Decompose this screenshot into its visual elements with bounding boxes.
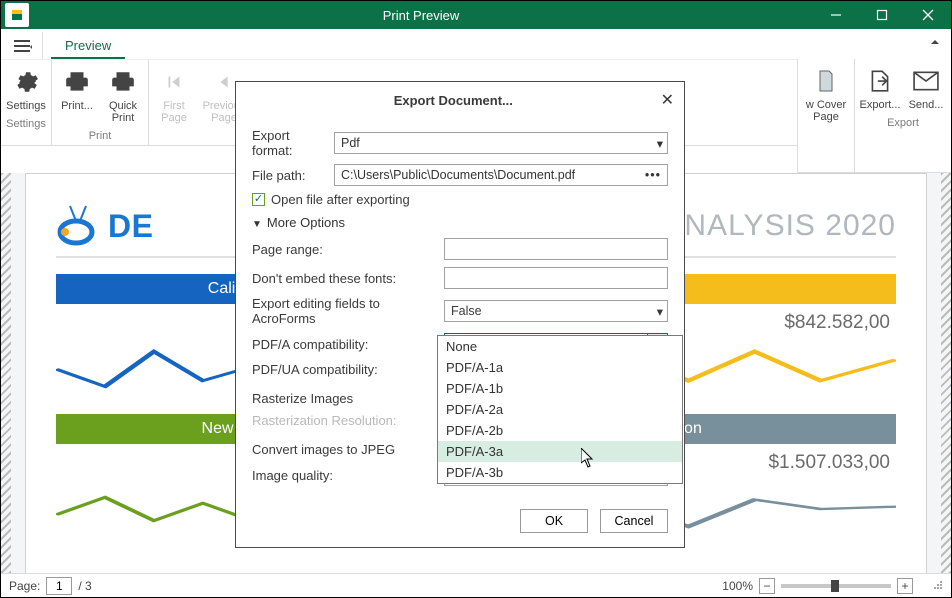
resize-grip-icon[interactable] — [931, 578, 943, 593]
group-settings-label: Settings — [3, 116, 49, 133]
dont-embed-label: Don't embed these fonts: — [252, 271, 436, 286]
page-range-label: Page range: — [252, 242, 436, 257]
file-path-label: File path: — [252, 168, 326, 183]
title-bar: Print Preview — [1, 1, 951, 29]
zoom-value: 100% — [722, 579, 753, 593]
tab-preview[interactable]: Preview — [51, 33, 125, 59]
settings-label: Settings — [6, 100, 46, 112]
pdfa-dropdown-list[interactable]: NonePDF/A-1aPDF/A-1bPDF/A-2aPDF/A-2bPDF/… — [437, 335, 683, 484]
maximize-button[interactable] — [859, 1, 905, 29]
export-format-value: Pdf — [341, 136, 360, 150]
export-format-label: Export format: — [252, 128, 326, 158]
cover-page-label: w Cover Page — [806, 99, 846, 123]
minimize-button[interactable] — [813, 1, 859, 29]
page-range-input[interactable] — [444, 238, 668, 260]
pdfa-option[interactable]: PDF/A-1b — [438, 378, 682, 399]
cover-page-icon — [814, 65, 838, 97]
page-total: / 3 — [78, 579, 91, 593]
browse-button[interactable]: ••• — [645, 168, 661, 182]
print-button[interactable]: Print... — [54, 64, 100, 128]
send-label: Send... — [909, 99, 944, 111]
collapse-ribbon-button[interactable] — [929, 35, 941, 53]
report-title: NALYSIS 2020 — [684, 209, 896, 243]
envelope-icon — [913, 65, 939, 97]
app-icon — [5, 3, 29, 27]
gear-icon — [13, 66, 39, 98]
open-after-export-checkbox[interactable]: ✓ Open file after exporting — [252, 192, 668, 207]
pdfa-option[interactable]: PDF/A-2a — [438, 399, 682, 420]
pdfa-option[interactable]: None — [438, 336, 682, 357]
group-print-label: Print — [54, 128, 146, 145]
first-page-icon — [163, 66, 185, 98]
export-icon — [867, 65, 893, 97]
page-number-input[interactable] — [46, 577, 72, 595]
export-fields-value: False — [451, 304, 482, 318]
file-path-input[interactable]: C:\Users\Public\Documents\Document.pdf •… — [334, 164, 668, 186]
ok-button[interactable]: OK — [520, 509, 588, 533]
zoom-out-button[interactable]: − — [759, 578, 775, 594]
file-path-value: C:\Users\Public\Documents\Document.pdf — [341, 168, 575, 182]
chevron-down-icon: ▾ — [657, 304, 663, 319]
chevron-down-icon: ▾ — [657, 136, 663, 151]
pdfa-label: PDF/A compatibility: — [252, 337, 436, 352]
export-format-select[interactable]: Pdf ▾ — [334, 132, 668, 154]
dont-embed-input[interactable] — [444, 267, 668, 289]
pdfa-option[interactable]: PDF/A-1a — [438, 357, 682, 378]
raster-res-label: Rasterization Resolution: — [252, 413, 436, 428]
pdfa-option[interactable]: PDF/A-3b — [438, 462, 682, 483]
dialog-title: Export Document... — [246, 93, 661, 108]
quick-print-label: Quick Print — [109, 100, 137, 124]
checkmark-icon: ✓ — [252, 193, 265, 206]
image-quality-label: Image quality: — [252, 468, 436, 483]
cancel-button[interactable]: Cancel — [600, 509, 668, 533]
more-options-toggle[interactable]: More Options — [252, 215, 668, 230]
pdfua-label: PDF/UA compatibility: — [252, 362, 436, 377]
first-page-label: First Page — [161, 100, 187, 124]
export-fields-select[interactable]: False ▾ — [444, 300, 668, 322]
pdfa-option[interactable]: PDF/A-2b — [438, 420, 682, 441]
pdfa-option[interactable]: PDF/A-3a — [438, 441, 682, 462]
open-after-label: Open file after exporting — [271, 192, 410, 207]
quick-print-button[interactable]: Quick Print — [100, 64, 146, 128]
status-bar: Page: / 3 100% − + — [1, 573, 951, 597]
zoom-in-button[interactable]: + — [897, 578, 913, 594]
first-page-button: First Page — [151, 64, 197, 128]
page-label: Page: — [9, 579, 40, 593]
rasterize-label: Rasterize Images — [252, 391, 436, 406]
group-export-label: Export — [857, 115, 949, 132]
quick-print-icon — [110, 66, 136, 98]
window-title: Print Preview — [29, 8, 813, 23]
zoom-slider[interactable] — [781, 584, 891, 588]
settings-button[interactable]: Settings — [3, 64, 49, 116]
report-logo: DE — [56, 204, 153, 248]
cover-page-button[interactable]: w Cover Page — [800, 63, 852, 127]
previous-page-icon — [213, 66, 235, 98]
dialog-close-button[interactable]: ✕ — [661, 90, 674, 110]
export-fields-label: Export editing fields to AcroForms — [252, 296, 436, 326]
printer-icon — [64, 66, 90, 98]
close-button[interactable] — [905, 1, 951, 29]
logo-text: DE — [108, 208, 153, 245]
export-button[interactable]: Export... — [857, 63, 903, 115]
print-label: Print... — [61, 100, 93, 112]
send-button[interactable]: Send... — [903, 63, 949, 115]
file-menu-button[interactable] — [5, 32, 43, 59]
export-label: Export... — [860, 99, 901, 111]
convert-jpeg-label: Convert images to JPEG — [252, 442, 436, 457]
